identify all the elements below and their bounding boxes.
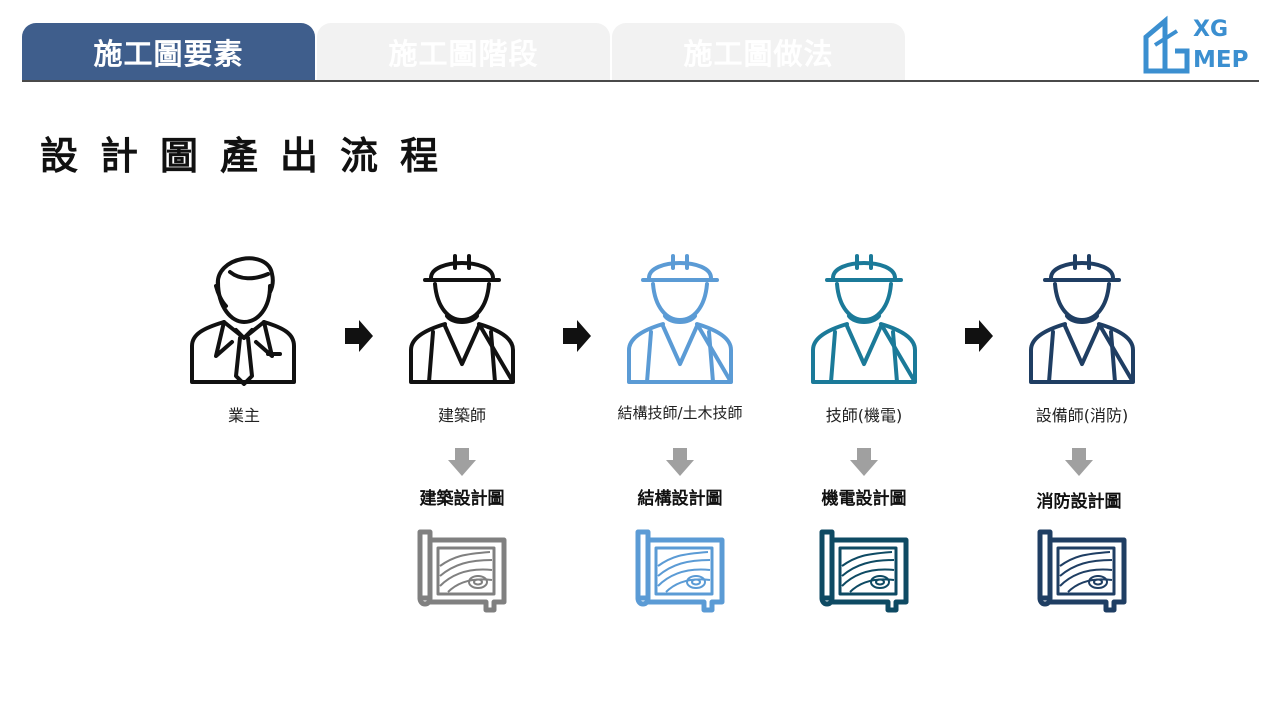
- page-title: 設計圖產出流程: [40, 134, 461, 178]
- arrow-right-icon: [965, 320, 993, 352]
- arrow-down-icon: [666, 448, 694, 476]
- fire-equipment-engineer-icon: [1029, 254, 1135, 384]
- xg-mep-logo: XG MEP: [1143, 15, 1253, 75]
- role-label-owner: 業主: [227, 406, 260, 425]
- arrow-right-icon: [345, 320, 373, 352]
- blueprint-icon: [417, 529, 507, 613]
- output-label-architecture: 建築設計圖: [419, 489, 505, 509]
- structural-engineer-icon: [627, 254, 733, 384]
- tab-drawing-elements[interactable]: 施工圖要素: [22, 23, 315, 80]
- role-label-architect: 建築師: [437, 406, 486, 425]
- tab-drawing-methods[interactable]: 施工圖做法: [612, 23, 905, 80]
- output-label-fire: 消防設計圖: [1036, 492, 1122, 512]
- mep-engineer-icon: [811, 254, 917, 384]
- header-divider: [22, 80, 1259, 82]
- blueprint-icon: [1037, 529, 1127, 613]
- arrow-down-icon: [448, 448, 476, 476]
- tab-bar: 施工圖要素 施工圖階段 施工圖做法: [22, 23, 912, 80]
- role-label-fire: 設備師(消防): [1035, 406, 1129, 425]
- tab-drawing-stages[interactable]: 施工圖階段: [317, 23, 610, 80]
- blueprint-icon: [635, 529, 725, 613]
- logo-text-xg: XG: [1193, 17, 1229, 42]
- arrow-down-icon: [1065, 448, 1093, 476]
- output-label-structure: 結構設計圖: [637, 489, 723, 509]
- blueprint-icon: [819, 529, 909, 613]
- arrow-down-icon: [850, 448, 878, 476]
- role-label-mep: 技師(機電): [825, 406, 903, 425]
- output-label-mep: 機電設計圖: [821, 489, 907, 509]
- arrow-right-icon: [563, 320, 591, 352]
- logo-text-mep: MEP: [1193, 47, 1249, 73]
- role-label-structural: 結構技師/土木技師: [617, 404, 743, 422]
- architect-engineer-icon: [409, 254, 515, 384]
- businessman-icon: [190, 256, 296, 386]
